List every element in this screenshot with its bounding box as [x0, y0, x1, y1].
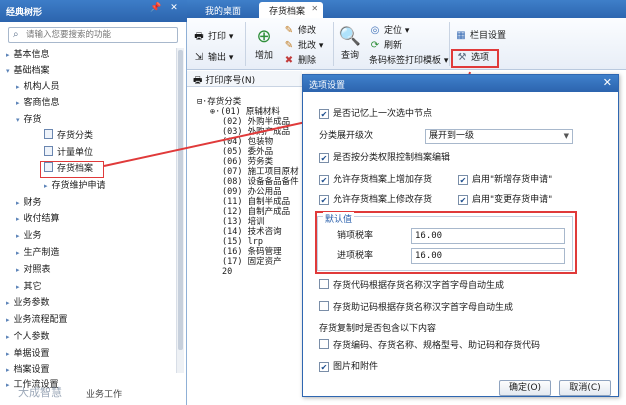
checkbox-checked[interactable]: ✔	[458, 175, 468, 185]
purchase-tax-label: 进项税率	[337, 251, 374, 261]
cancel-button[interactable]: 取消(C)	[559, 380, 611, 396]
permission-control-option[interactable]: ✔ 是否按分类权限控制档案编辑	[319, 151, 450, 165]
auto-code-option[interactable]: 存货代码根据存货名称汉字首字母自动生成	[319, 279, 504, 293]
checkbox-unchecked[interactable]	[319, 279, 329, 289]
checkbox-checked[interactable]: ✔	[319, 175, 329, 185]
allow-add-option[interactable]: ✔ 允许存货档案上增加存货	[319, 173, 432, 187]
remember-node-option[interactable]: ✔ 是否记忆上一次选中节点	[319, 107, 432, 121]
checkbox-unchecked[interactable]	[319, 301, 329, 311]
sales-tax-input[interactable]: 16.00	[411, 228, 565, 244]
checkbox-checked[interactable]: ✔	[319, 153, 329, 163]
checkbox-checked[interactable]: ✔	[319, 195, 329, 205]
copy-basic-option[interactable]: 存货编码、存货名称、规格型号、助记码和存货代码	[319, 339, 540, 353]
dialog-title: 选项设置	[309, 81, 346, 91]
enable-change-apply-option[interactable]: ✔ 启用"变更存货申请"	[458, 193, 552, 207]
expand-level-select[interactable]: 展开到一级 ▼	[425, 129, 573, 144]
options-dialog: 选项设置 ✕ ✔ 是否记忆上一次选中节点 分类展开级次 展开到一级 ▼ ✔ 是否按分…	[302, 74, 619, 397]
enable-new-apply-option[interactable]: ✔ 启用"新增存货申请"	[458, 173, 552, 187]
expand-level-value: 展开到一级	[429, 131, 475, 141]
checkbox-unchecked[interactable]	[319, 339, 329, 349]
allow-modify-option[interactable]: ✔ 允许存货档案上修改存货	[319, 193, 432, 207]
checkbox-checked[interactable]: ✔	[319, 362, 329, 372]
purchase-tax-input[interactable]: 16.00	[411, 248, 565, 264]
copy-images-option[interactable]: ✔ 图片和附件	[319, 360, 378, 374]
sales-tax-label: 销项税率	[337, 231, 374, 241]
checkbox-checked[interactable]: ✔	[319, 109, 329, 119]
auto-mnemonic-option[interactable]: 存货助记码根据存货名称汉字首字母自动生成	[319, 301, 513, 315]
expand-level-label: 分类展开级次	[319, 131, 374, 141]
dialog-close-icon[interactable]: ✕	[603, 76, 612, 89]
ok-button[interactable]: 确定(O)	[499, 380, 551, 396]
chevron-down-icon: ▼	[563, 132, 569, 140]
checkbox-checked[interactable]: ✔	[458, 195, 468, 205]
copy-section-title: 存货复制时是否包含以下内容	[319, 324, 437, 334]
defaults-group-title: 默认值	[323, 212, 355, 225]
dialog-title-bar: 选项设置 ✕	[303, 75, 618, 92]
